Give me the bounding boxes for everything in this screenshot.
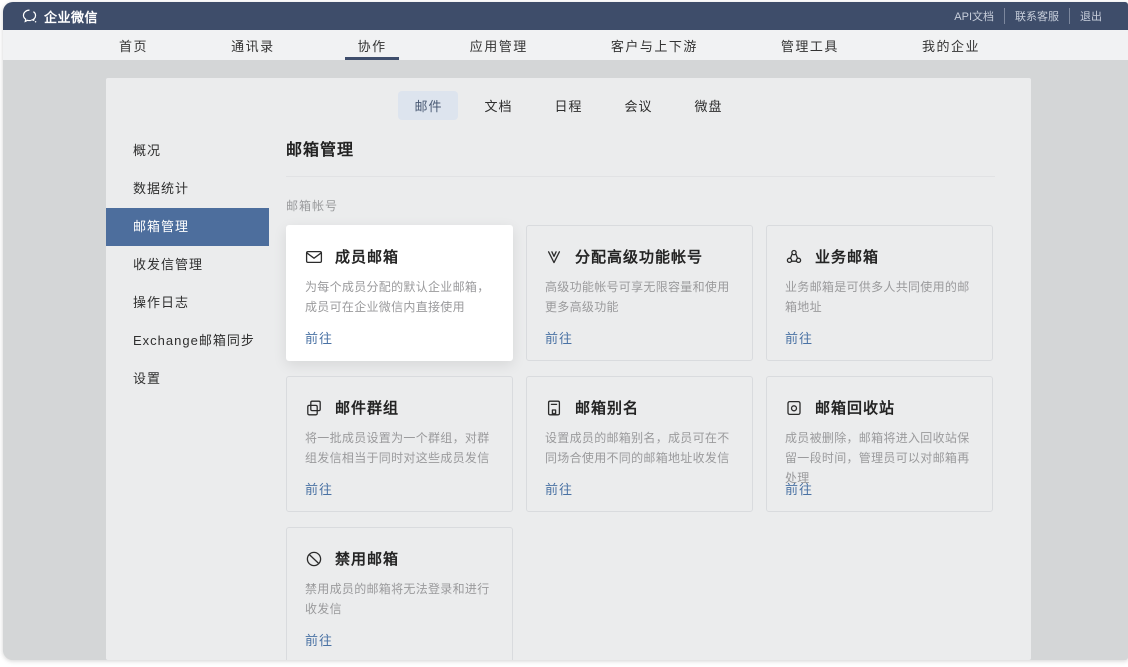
app-window: 企业微信 API文档联系客服退出 首页 通讯录 协作 应用管理 客户与上下游 管理工具 我的…: [3, 2, 1128, 660]
sidebar-item-overview[interactable]: 概况: [106, 132, 269, 170]
go-link-disabled-mailbox[interactable]: 前往: [305, 630, 333, 649]
nav-item-contacts[interactable]: 通讯录: [231, 30, 275, 60]
card-title: 邮件群组: [335, 397, 399, 418]
card-description: 成员被删除，邮箱将进入回收站保留一段时间，管理员可以对邮箱再处理: [785, 429, 974, 488]
topbar: 企业微信 API文档联系客服退出: [3, 2, 1128, 30]
group-copy-icon: [305, 399, 323, 417]
card-description: 禁用成员的邮箱将无法登录和进行收发信: [305, 580, 494, 620]
vip-v-icon: [545, 248, 563, 266]
card-description: 高级功能帐号可享无限容量和使用更多高级功能: [545, 278, 734, 318]
shared-people-icon: [785, 248, 803, 266]
page-title: 邮箱管理: [286, 139, 995, 163]
card-header: 邮件群组: [305, 397, 494, 418]
feature-card-mail-group[interactable]: 邮件群组 将一批成员设置为一个群组，对群组发信相当于同时对这些成员发信 前往: [286, 376, 513, 512]
go-link-mail-group[interactable]: 前往: [305, 479, 333, 498]
feature-card-business-mailbox[interactable]: 业务邮箱 业务邮箱是可供多人共同使用的邮箱地址 前往: [766, 225, 993, 361]
card-header: 邮箱回收站: [785, 397, 974, 418]
topbar-link-contact-support[interactable]: 联系客服: [1004, 8, 1069, 24]
content-panel: 邮件文档日程会议微盘 概况数据统计邮箱管理收发信管理操作日志Exchange邮箱…: [106, 78, 1031, 660]
feature-card-premium-account[interactable]: 分配高级功能帐号 高级功能帐号可享无限容量和使用更多高级功能 前往: [526, 225, 753, 361]
card-header: 业务邮箱: [785, 246, 974, 267]
card-title: 成员邮箱: [335, 246, 399, 267]
feature-card-disabled-mailbox[interactable]: 禁用邮箱 禁用成员的邮箱将无法登录和进行收发信 前往: [286, 527, 513, 660]
primary-nav: 首页 通讯录 协作 应用管理 客户与上下游 管理工具 我的企业: [3, 30, 1128, 60]
sidebar-item-exchange-sync[interactable]: Exchange邮箱同步: [106, 322, 269, 360]
card-header: 邮箱别名: [545, 397, 734, 418]
card-header: 成员邮箱: [305, 246, 494, 267]
subtab-meeting[interactable]: 会议: [609, 91, 669, 120]
mail-icon: [305, 248, 323, 266]
sidebar-item-data-statistics[interactable]: 数据统计: [106, 170, 269, 208]
card-header: 分配高级功能帐号: [545, 246, 734, 267]
title-divider: [286, 176, 995, 177]
subtabs: 邮件文档日程会议微盘: [106, 78, 1031, 128]
nav-item-app-management[interactable]: 应用管理: [470, 30, 528, 60]
nav-item-home[interactable]: 首页: [119, 30, 148, 60]
go-link-business-mailbox[interactable]: 前往: [785, 328, 813, 347]
feature-card-mailbox-recycle-bin[interactable]: 邮箱回收站 成员被删除，邮箱将进入回收站保留一段时间，管理员可以对邮箱再处理 前…: [766, 376, 993, 512]
go-link-premium-account[interactable]: 前往: [545, 328, 573, 347]
doc-bookmark-icon: [545, 399, 563, 417]
nav-item-admin-tools[interactable]: 管理工具: [781, 30, 839, 60]
card-description: 将一批成员设置为一个群组，对群组发信相当于同时对这些成员发信: [305, 429, 494, 469]
card-header: 禁用邮箱: [305, 548, 494, 569]
wechat-work-logo[interactable]: 企业微信: [21, 7, 98, 26]
logo-text: 企业微信: [44, 7, 98, 26]
go-link-member-mailbox[interactable]: 前往: [305, 328, 333, 347]
content-background: 邮件文档日程会议微盘 概况数据统计邮箱管理收发信管理操作日志Exchange邮箱…: [3, 60, 1128, 660]
topbar-link-api-docs[interactable]: API文档: [944, 8, 1004, 24]
card-title: 邮箱回收站: [815, 397, 895, 418]
nav-item-customers-upstream-downstream[interactable]: 客户与上下游: [611, 30, 698, 60]
ban-icon: [305, 550, 323, 568]
go-link-mailbox-recycle-bin[interactable]: 前往: [785, 479, 813, 498]
sidebar-item-send-receive-management[interactable]: 收发信管理: [106, 246, 269, 284]
card-description: 业务邮箱是可供多人共同使用的邮箱地址: [785, 278, 974, 318]
main-content: 邮箱管理 邮箱帐号 成员邮箱 为每个成员分配的默认企业邮箱，成员可在企业微信内直…: [269, 128, 1031, 660]
topbar-link-logout[interactable]: 退出: [1069, 8, 1102, 24]
subtab-drive[interactable]: 微盘: [679, 91, 739, 120]
recycle-box-icon: [785, 399, 803, 417]
go-link-mailbox-alias[interactable]: 前往: [545, 479, 573, 498]
sidebar-item-settings[interactable]: 设置: [106, 360, 269, 398]
sidebar-item-operation-log[interactable]: 操作日志: [106, 284, 269, 322]
card-grid: 成员邮箱 为每个成员分配的默认企业邮箱，成员可在企业微信内直接使用 前往 分配高…: [286, 225, 995, 660]
subtab-mail[interactable]: 邮件: [398, 91, 458, 120]
card-description: 为每个成员分配的默认企业邮箱，成员可在企业微信内直接使用: [305, 278, 494, 318]
subtab-docs[interactable]: 文档: [468, 91, 528, 120]
nav-item-my-company[interactable]: 我的企业: [922, 30, 980, 60]
feature-card-member-mailbox[interactable]: 成员邮箱 为每个成员分配的默认企业邮箱，成员可在企业微信内直接使用 前往: [286, 225, 513, 361]
nav-item-collaboration[interactable]: 协作: [358, 30, 387, 60]
card-title: 分配高级功能帐号: [575, 246, 703, 267]
wechat-work-logo-icon: [21, 8, 38, 25]
card-description: 设置成员的邮箱别名，成员可在不同场合使用不同的邮箱地址收发信: [545, 429, 734, 469]
sidebar-item-mailbox-management[interactable]: 邮箱管理: [106, 208, 269, 246]
feature-card-mailbox-alias[interactable]: 邮箱别名 设置成员的邮箱别名，成员可在不同场合使用不同的邮箱地址收发信 前往: [526, 376, 753, 512]
section-label: 邮箱帐号: [286, 197, 995, 214]
card-title: 业务邮箱: [815, 246, 879, 267]
subtab-calendar[interactable]: 日程: [538, 91, 598, 120]
topbar-links: API文档联系客服退出: [944, 8, 1102, 24]
sidebar: 概况数据统计邮箱管理收发信管理操作日志Exchange邮箱同步设置: [106, 128, 269, 398]
body-row: 概况数据统计邮箱管理收发信管理操作日志Exchange邮箱同步设置 邮箱管理 邮…: [106, 128, 1031, 660]
card-title: 禁用邮箱: [335, 548, 399, 569]
card-title: 邮箱别名: [575, 397, 639, 418]
